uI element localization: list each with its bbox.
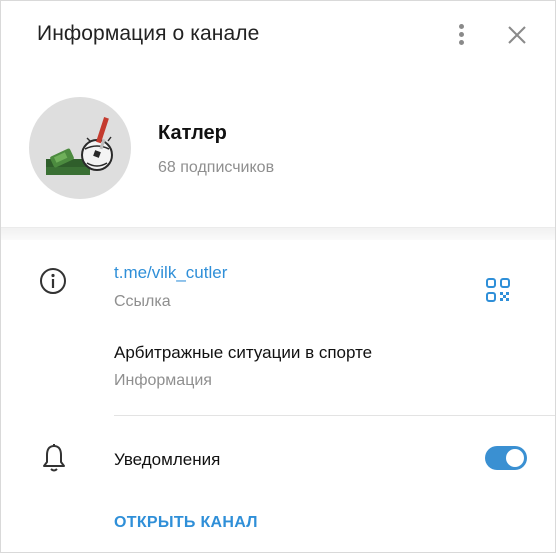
section-divider (1, 227, 555, 240)
notifications-toggle[interactable] (485, 446, 527, 470)
channel-info-dialog: Информация о канале Катлер 68 подписчико… (0, 0, 556, 553)
description-label: Информация (114, 372, 212, 389)
bell-icon (39, 442, 69, 474)
open-channel-button[interactable]: ОТКРЫТЬ КАНАЛ (114, 514, 258, 532)
close-icon[interactable] (501, 19, 533, 51)
qr-code-icon[interactable] (485, 277, 511, 303)
info-icon (38, 266, 68, 296)
channel-description: Арбитражные ситуации в спорте (114, 343, 373, 362)
channel-name: Катлер (158, 122, 227, 144)
dialog-title: Информация о канале (37, 22, 260, 45)
more-vertical-icon[interactable] (447, 21, 475, 49)
toggle-knob (506, 449, 524, 467)
notifications-label: Уведомления (114, 450, 221, 469)
link-label: Ссылка (114, 293, 171, 310)
channel-avatar[interactable] (29, 97, 131, 199)
subscriber-count: 68 подписчиков (158, 159, 275, 176)
row-separator (114, 415, 555, 416)
channel-link[interactable]: t.me/vilk_cutler (114, 263, 227, 283)
